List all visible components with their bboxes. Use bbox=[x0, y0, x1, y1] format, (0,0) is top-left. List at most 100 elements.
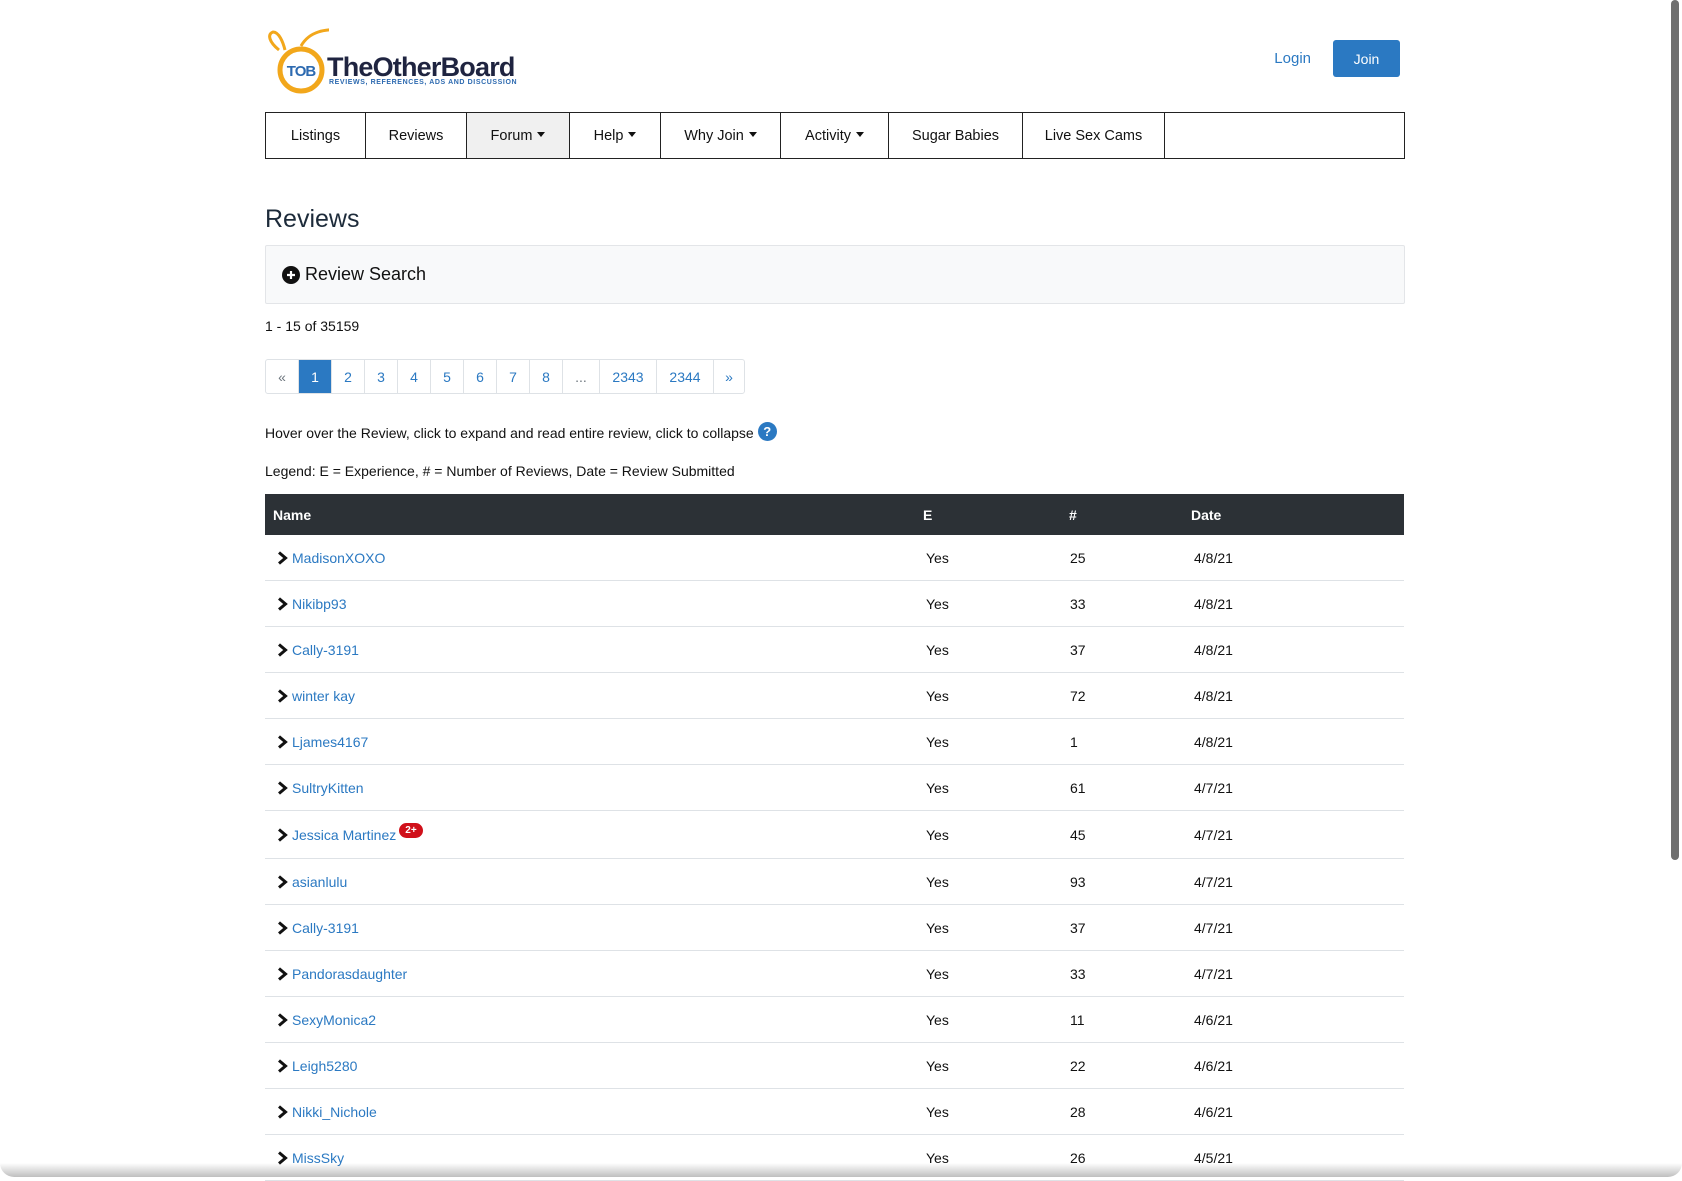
page-link-4[interactable]: 4 bbox=[398, 360, 431, 393]
review-date-cell: 4/6/21 bbox=[1191, 1088, 1404, 1135]
column-header-name[interactable]: Name bbox=[265, 494, 923, 535]
review-count-cell: 37 bbox=[1069, 626, 1191, 673]
reviewer-name-wrap: Pandorasdaughter bbox=[265, 966, 923, 982]
column-header-count[interactable]: # bbox=[1069, 494, 1191, 535]
table-row[interactable]: asianlulu Yes 93 4/7/21 bbox=[265, 858, 1404, 905]
page-ellipsis: ... bbox=[563, 360, 600, 393]
page-link-2[interactable]: 2 bbox=[332, 360, 365, 393]
page-link-2343[interactable]: 2343 bbox=[600, 360, 657, 393]
reviewer-name-link[interactable]: MadisonXOXO bbox=[292, 550, 385, 566]
chevron-right-icon[interactable] bbox=[277, 827, 288, 842]
table-row[interactable]: SultryKitten Yes 61 4/7/21 bbox=[265, 764, 1404, 811]
reviewer-cell: Nikki_Nichole bbox=[265, 1088, 923, 1135]
nav-item-sugar-babies[interactable]: Sugar Babies bbox=[889, 113, 1023, 158]
reviewer-cell: winter kay bbox=[265, 672, 923, 719]
chevron-right-icon[interactable] bbox=[277, 966, 288, 981]
table-row[interactable]: Jessica Martinez 2+ Yes 45 4/7/21 bbox=[265, 810, 1404, 859]
caret-down-icon bbox=[537, 132, 546, 137]
chevron-right-icon[interactable] bbox=[277, 596, 288, 611]
table-row[interactable]: Cally-3191 Yes 37 4/7/21 bbox=[265, 904, 1404, 951]
review-search-toggle[interactable]: Review Search bbox=[265, 245, 1405, 304]
nav-item-label: Live Sex Cams bbox=[1044, 127, 1143, 144]
page-link-6[interactable]: 6 bbox=[464, 360, 497, 393]
results-count: 1 - 15 of 35159 bbox=[265, 318, 360, 334]
page-link-3[interactable]: 3 bbox=[365, 360, 398, 393]
reviewer-cell: Pandorasdaughter bbox=[265, 950, 923, 997]
nav-item-reviews[interactable]: Reviews bbox=[366, 113, 467, 158]
table-row[interactable]: Cally-3191 Yes 37 4/8/21 bbox=[265, 626, 1404, 673]
reviewer-name-link[interactable]: SexyMonica2 bbox=[292, 1012, 376, 1028]
reviewer-cell: Nikibp93 bbox=[265, 580, 923, 627]
chevron-right-icon[interactable] bbox=[277, 1058, 288, 1073]
experience-cell: Yes bbox=[923, 904, 1069, 951]
chevron-right-icon[interactable] bbox=[277, 874, 288, 889]
review-count-cell: 33 bbox=[1069, 950, 1191, 997]
reviewer-name-wrap: Nikki_Nichole bbox=[265, 1104, 923, 1120]
reviewer-name-link[interactable]: Nikibp93 bbox=[292, 596, 346, 612]
site-logo[interactable]: TOB TheOtherBoard REVIEWS, REFERENCES, A… bbox=[265, 28, 517, 96]
page-link-5[interactable]: 5 bbox=[431, 360, 464, 393]
review-search-label: Review Search bbox=[305, 264, 427, 284]
table-row[interactable]: Ljames4167 Yes 1 4/8/21 bbox=[265, 718, 1404, 765]
nav-item-help[interactable]: Help bbox=[570, 113, 661, 158]
reviews-table-body: MadisonXOXO Yes 25 4/8/21 Nikibp93 Yes 33 4/8/2… bbox=[265, 535, 1404, 1181]
table-row[interactable]: winter kay Yes 72 4/8/21 bbox=[265, 672, 1404, 719]
chevron-right-icon[interactable] bbox=[277, 1104, 288, 1119]
nav-item-why-join[interactable]: Why Join bbox=[661, 113, 781, 158]
review-date-cell: 4/7/21 bbox=[1191, 810, 1404, 859]
experience-cell: Yes bbox=[923, 950, 1069, 997]
chevron-right-icon[interactable] bbox=[277, 1012, 288, 1027]
reviewer-name-link[interactable]: SultryKitten bbox=[292, 780, 364, 796]
page-prev-link[interactable]: « bbox=[266, 360, 299, 393]
reviewer-name-link[interactable]: Cally-3191 bbox=[292, 642, 359, 658]
reviewer-name-link[interactable]: Ljames4167 bbox=[292, 734, 368, 750]
page-link-2344[interactable]: 2344 bbox=[657, 360, 714, 393]
nav-item-forum[interactable]: Forum bbox=[467, 113, 570, 158]
reviewer-name-wrap: Cally-3191 bbox=[265, 920, 923, 936]
table-row[interactable]: SexyMonica2 Yes 11 4/6/21 bbox=[265, 996, 1404, 1043]
review-count-cell: 45 bbox=[1069, 810, 1191, 859]
nav-item-live-sex-cams[interactable]: Live Sex Cams bbox=[1023, 113, 1165, 158]
reviewer-name-link[interactable]: Cally-3191 bbox=[292, 920, 359, 936]
page-next-link[interactable]: » bbox=[714, 360, 744, 393]
chevron-right-icon[interactable] bbox=[277, 780, 288, 795]
nav-item-label: Forum bbox=[490, 127, 533, 144]
login-link[interactable]: Login bbox=[1274, 50, 1311, 67]
table-row[interactable]: Nikibp93 Yes 33 4/8/21 bbox=[265, 580, 1404, 627]
table-row[interactable]: Nikki_Nichole Yes 28 4/6/21 bbox=[265, 1088, 1404, 1135]
reviewer-name-wrap: Cally-3191 bbox=[265, 642, 923, 658]
column-header-date[interactable]: Date bbox=[1191, 494, 1404, 535]
page-link-1[interactable]: 1 bbox=[299, 360, 332, 393]
help-icon[interactable]: ? bbox=[757, 422, 777, 441]
table-row[interactable]: MadisonXOXO Yes 25 4/8/21 bbox=[265, 535, 1404, 581]
join-button[interactable]: Join bbox=[1333, 40, 1400, 77]
reviewer-name-link[interactable]: Pandorasdaughter bbox=[292, 966, 407, 982]
reviewer-name-link[interactable]: Leigh5280 bbox=[292, 1058, 357, 1074]
table-row[interactable]: Pandorasdaughter Yes 33 4/7/21 bbox=[265, 950, 1404, 997]
experience-cell: Yes bbox=[923, 1088, 1069, 1135]
reviewer-name-link[interactable]: asianlulu bbox=[292, 874, 347, 890]
experience-cell: Yes bbox=[923, 535, 1069, 581]
review-count-cell: 1 bbox=[1069, 718, 1191, 765]
chevron-right-icon[interactable] bbox=[277, 550, 288, 565]
nav-item-listings[interactable]: Listings bbox=[266, 113, 366, 158]
table-row[interactable]: Leigh5280 Yes 22 4/6/21 bbox=[265, 1042, 1404, 1089]
page-scrollbar[interactable] bbox=[1671, 0, 1679, 860]
chevron-right-icon[interactable] bbox=[277, 688, 288, 703]
pagination: «1 2 3 4 5 6 7 8... 2343 2344» bbox=[265, 359, 745, 394]
reviewer-name-link[interactable]: Jessica Martinez bbox=[292, 827, 396, 843]
review-count-cell: 37 bbox=[1069, 904, 1191, 951]
reviewer-name-link[interactable]: Nikki_Nichole bbox=[292, 1104, 377, 1120]
column-header-e[interactable]: E bbox=[923, 494, 1069, 535]
nav-item-activity[interactable]: Activity bbox=[781, 113, 889, 158]
reviewer-name-link[interactable]: winter kay bbox=[292, 688, 355, 704]
page-link-7[interactable]: 7 bbox=[497, 360, 530, 393]
chevron-right-icon[interactable] bbox=[277, 734, 288, 749]
caret-down-icon bbox=[855, 132, 864, 137]
experience-cell: Yes bbox=[923, 580, 1069, 627]
chevron-right-icon[interactable] bbox=[277, 642, 288, 657]
page-link-8[interactable]: 8 bbox=[530, 360, 563, 393]
chevron-right-icon[interactable] bbox=[277, 920, 288, 935]
reviewer-name-wrap: MadisonXOXO bbox=[265, 550, 923, 566]
nav-item-label: Listings bbox=[290, 127, 341, 144]
